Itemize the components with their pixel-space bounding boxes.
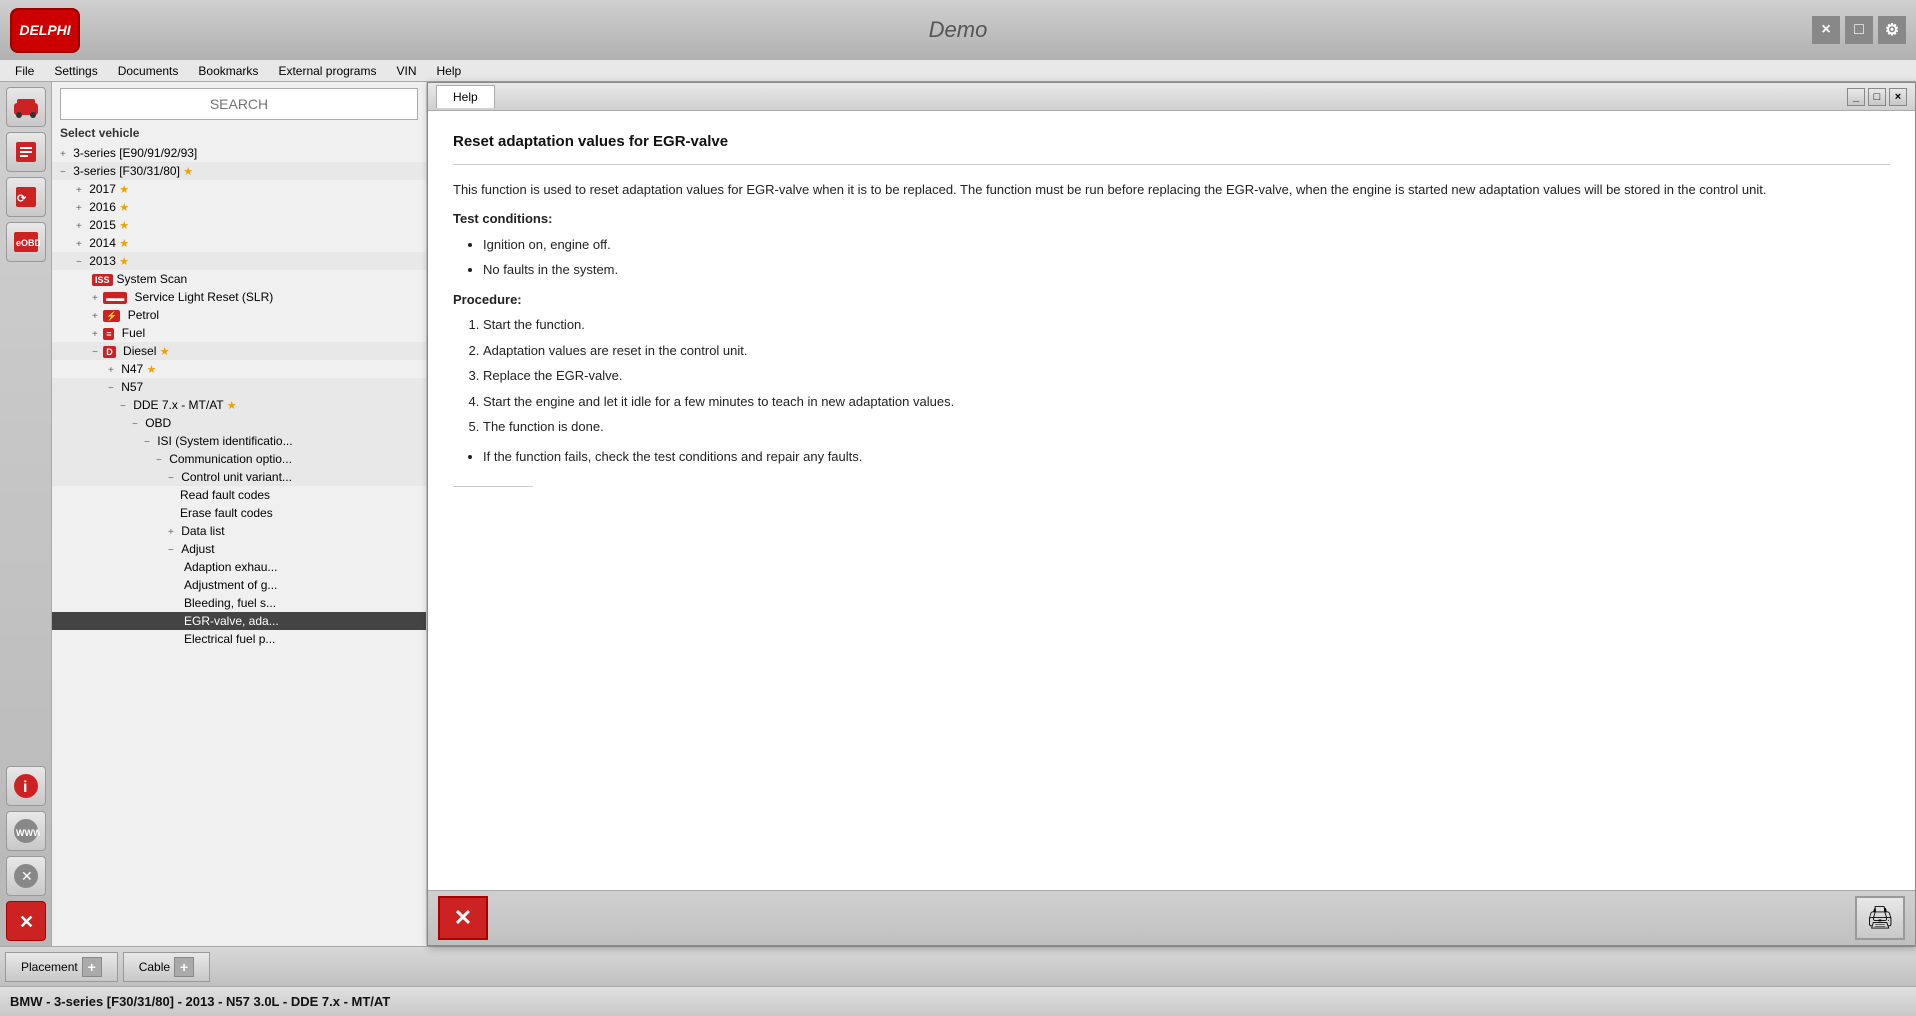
cable-label: Cable	[139, 960, 170, 974]
tree-item-obd[interactable]: − OBD	[52, 414, 426, 432]
procedure-notes-list: If the function fails, check the test co…	[483, 447, 1890, 467]
maximize-button[interactable]: ⚙	[1878, 16, 1906, 44]
close-sidebar-icon[interactable]: ✕	[6, 901, 46, 941]
procedure-list: Start the function. Adaptation values ar…	[483, 315, 1890, 437]
title-controls: × □ ⚙	[1812, 16, 1906, 44]
help-content: Reset adaptation values for EGR-valve Th…	[428, 111, 1915, 890]
procedure-step-1: Start the function.	[483, 315, 1890, 335]
svg-text:WWW: WWW	[16, 828, 40, 838]
menu-documents[interactable]: Documents	[108, 62, 189, 80]
tree-item-dde7x[interactable]: − DDE 7.x - MT/AT ★	[52, 396, 426, 414]
service-icon[interactable]: ⟳	[6, 177, 46, 217]
tree-item-service-light[interactable]: + ▬▬ Service Light Reset (SLR)	[52, 288, 426, 306]
tree-item-3series-f30[interactable]: − 3-series [F30/31/80] ★	[52, 162, 426, 180]
procedure-step-5: The function is done.	[483, 417, 1890, 437]
tree-item-2014[interactable]: + 2014 ★	[52, 234, 426, 252]
title-bar: DELPHI Demo × □ ⚙	[0, 0, 1916, 60]
eobd-icon[interactable]: eOBD	[6, 222, 46, 262]
tools-icon[interactable]: ✕	[6, 856, 46, 896]
tree-item-egr-valve[interactable]: EGR-valve, ada...	[52, 612, 426, 630]
menu-bar: File Settings Documents Bookmarks Extern…	[0, 60, 1916, 82]
menu-vin[interactable]: VIN	[386, 62, 426, 80]
tree-item-system-scan[interactable]: ISSSystem Scan	[52, 270, 426, 288]
app-title: Demo	[929, 17, 988, 43]
status-text: BMW - 3-series [F30/31/80] - 2013 - N57 …	[10, 994, 390, 1009]
help-intro: This function is used to reset adaptatio…	[453, 180, 1890, 200]
help-titlebar: Help _ □ ×	[428, 83, 1915, 111]
content-area: Help _ □ × Reset adaptation values for E…	[427, 82, 1916, 946]
tree-item-read-fault[interactable]: Read fault codes	[52, 486, 426, 504]
help-restore-btn[interactable]: □	[1868, 88, 1886, 106]
cable-add-icon[interactable]: +	[174, 957, 194, 977]
help-title: Reset adaptation values for EGR-valve	[453, 131, 1890, 154]
select-vehicle-label: Select vehicle	[52, 122, 426, 144]
procedure-step-2: Adaptation values are reset in the contr…	[483, 341, 1890, 361]
menu-help[interactable]: Help	[427, 62, 472, 80]
test-condition-2: No faults in the system.	[483, 260, 1890, 280]
procedure-label: Procedure:	[453, 290, 1890, 310]
tree-item-comm-options[interactable]: − Communication optio...	[52, 450, 426, 468]
tree-item-2013[interactable]: − 2013 ★	[52, 252, 426, 270]
tree-item-2017[interactable]: + 2017 ★	[52, 180, 426, 198]
cable-button[interactable]: Cable +	[123, 952, 210, 982]
help-tab[interactable]: Help	[436, 85, 495, 108]
restore-button[interactable]: □	[1845, 16, 1873, 44]
help-window-controls: _ □ ×	[1847, 88, 1907, 106]
menu-file[interactable]: File	[5, 62, 44, 80]
tree-item-data-list[interactable]: + Data list	[52, 522, 426, 540]
scan-icon[interactable]	[6, 132, 46, 172]
main-area: ⟳ eOBD i WWW ✕ ✕ Select vehicle +	[0, 82, 1916, 946]
test-conditions-label: Test conditions:	[453, 209, 1890, 229]
close-button[interactable]: ×	[1812, 16, 1840, 44]
placement-add-icon[interactable]: +	[82, 957, 102, 977]
info-icon[interactable]: i	[6, 766, 46, 806]
delphi-logo: DELPHI	[10, 8, 80, 53]
tree-item-ctrl-unit[interactable]: − Control unit variant...	[52, 468, 426, 486]
vehicle-tree: + 3-series [E90/91/92/93] − 3-series [F3…	[52, 144, 426, 946]
tree-item-2015[interactable]: + 2015 ★	[52, 216, 426, 234]
svg-text:i: i	[23, 779, 27, 796]
menu-external-programs[interactable]: External programs	[268, 62, 386, 80]
svg-text:✕: ✕	[19, 912, 34, 932]
procedure-step-4: Start the engine and let it idle for a f…	[483, 392, 1890, 412]
tree-item-bleeding-fuel[interactable]: Bleeding, fuel s...	[52, 594, 426, 612]
tree-item-isi[interactable]: − ISI (System identificatio...	[52, 432, 426, 450]
placement-label: Placement	[21, 960, 78, 974]
svg-text:✕: ✕	[21, 868, 33, 884]
tree-item-2016[interactable]: + 2016 ★	[52, 198, 426, 216]
status-bar: BMW - 3-series [F30/31/80] - 2013 - N57 …	[0, 986, 1916, 1016]
icon-sidebar: ⟳ eOBD i WWW ✕ ✕	[0, 82, 52, 946]
close-help-button[interactable]	[438, 896, 488, 940]
procedure-note: If the function fails, check the test co…	[483, 447, 1890, 467]
test-condition-1: Ignition on, engine off.	[483, 235, 1890, 255]
help-minimize-btn[interactable]: _	[1847, 88, 1865, 106]
car-icon[interactable]	[6, 87, 46, 127]
tree-item-adjustment-of-g[interactable]: Adjustment of g...	[52, 576, 426, 594]
tree-item-fuel[interactable]: + ≡ Fuel	[52, 324, 426, 342]
tree-item-diesel[interactable]: − D Diesel ★	[52, 342, 426, 360]
tree-item-electrical-fuel[interactable]: Electrical fuel p...	[52, 630, 426, 648]
menu-settings[interactable]: Settings	[44, 62, 107, 80]
help-popup: Help _ □ × Reset adaptation values for E…	[427, 82, 1916, 946]
tree-item-n47[interactable]: + N47 ★	[52, 360, 426, 378]
tree-item-adjust[interactable]: − Adjust	[52, 540, 426, 558]
svg-text:eOBD: eOBD	[16, 238, 40, 248]
help-footer: 🖨	[428, 890, 1915, 945]
tree-item-erase-fault[interactable]: Erase fault codes	[52, 504, 426, 522]
svg-text:⟳: ⟳	[17, 193, 27, 205]
placement-button[interactable]: Placement +	[5, 952, 118, 982]
tree-item-adaption-exhaust[interactable]: Adaption exhau...	[52, 558, 426, 576]
test-conditions-list: Ignition on, engine off. No faults in th…	[483, 235, 1890, 280]
search-input[interactable]	[61, 96, 417, 112]
bottom-bar: Placement + Cable +	[0, 946, 1916, 986]
tree-item-3series-e90[interactable]: + 3-series [E90/91/92/93]	[52, 144, 426, 162]
menu-bookmarks[interactable]: Bookmarks	[188, 62, 268, 80]
help-close-btn[interactable]: ×	[1889, 88, 1907, 106]
tree-sidebar: Select vehicle + 3-series [E90/91/92/93]…	[52, 82, 427, 946]
tree-item-n57[interactable]: − N57	[52, 378, 426, 396]
tree-item-petrol[interactable]: + ⚡ Petrol	[52, 306, 426, 324]
procedure-step-3: Replace the EGR-valve.	[483, 366, 1890, 386]
print-button[interactable]: 🖨	[1855, 896, 1905, 940]
www-icon[interactable]: WWW	[6, 811, 46, 851]
